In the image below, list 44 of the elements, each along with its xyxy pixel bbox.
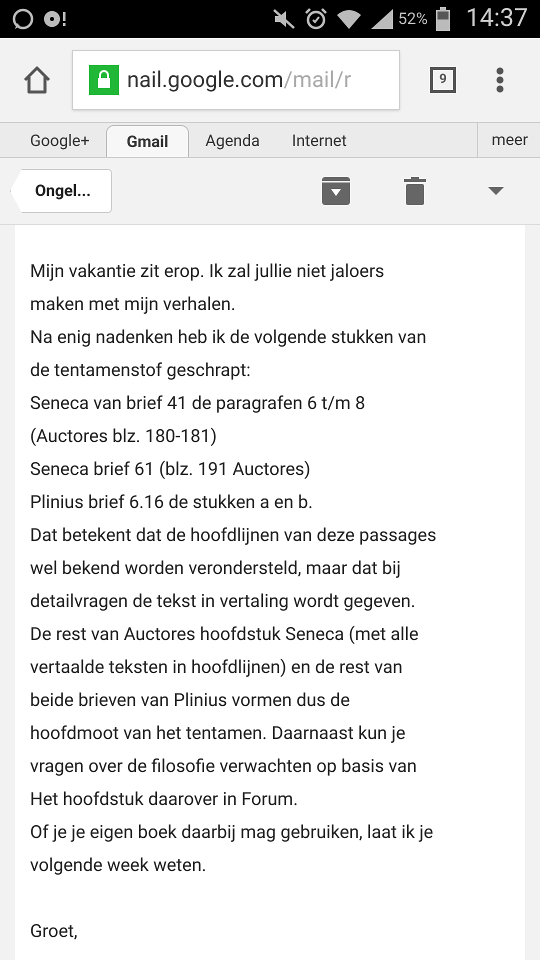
dropdown-caret-icon[interactable] bbox=[488, 187, 504, 195]
battery-icon bbox=[436, 7, 450, 31]
message-text-line: Plinius brief 6.16 de stukken a en b. bbox=[30, 491, 314, 515]
clock: 14:37 bbox=[466, 3, 528, 36]
nav-tab[interactable]: Google+ bbox=[14, 125, 106, 157]
disc-icon bbox=[42, 9, 68, 29]
signal-icon bbox=[370, 8, 394, 30]
nav-tab[interactable]: Gmail bbox=[106, 125, 190, 157]
message-text-line: Het hoofdstuk daarover in Forum. bbox=[30, 788, 299, 812]
message-text-line: vertaalde teksten in hoofdlijnen) en de rest van bbox=[30, 656, 404, 680]
message-text-line: Seneca brief 61 (blz. 191 Auctores) bbox=[30, 458, 312, 482]
nav-tab[interactable]: Agenda bbox=[189, 125, 276, 157]
url-text: nail.google.com/mail/r bbox=[127, 66, 352, 94]
message-text-line: maken met mijn verhalen. bbox=[30, 293, 237, 317]
chat-icon bbox=[12, 8, 34, 30]
archive-icon[interactable] bbox=[322, 177, 350, 205]
message-text-line: hoofdmoot van het tentamen. Daarnaast kun je bbox=[30, 722, 406, 746]
message-text-line: volgende week weten. bbox=[30, 854, 208, 878]
message-text-line: Dat betekent dat de hoofdlijnen van deze passages bbox=[30, 524, 438, 548]
menu-icon[interactable] bbox=[496, 67, 504, 93]
message-text-line: De rest van Auctores hoofdstuk Seneca (met alle bbox=[30, 623, 420, 647]
message-text-line: Groet, bbox=[30, 920, 78, 944]
alarm-icon bbox=[304, 7, 328, 31]
message-text-line: Of je je eigen boek daarbij mag gebruiken, laat ik je bbox=[30, 821, 434, 845]
message-text-line: (Auctores blz. 180-181) bbox=[30, 425, 218, 449]
more-tab[interactable]: meer bbox=[476, 123, 540, 157]
mute-icon bbox=[272, 8, 296, 30]
message-text-line: Seneca van brief 41 de paragrafen 6 t/m 8 bbox=[30, 392, 366, 416]
message-text-line: vragen over de filosofie verwachten op basis van bbox=[30, 755, 418, 779]
url-field[interactable]: nail.google.com/mail/r bbox=[72, 50, 400, 110]
message-text-line: beide brieven van Plinius vormen dus de bbox=[30, 689, 351, 713]
message-text-line: wel bekend worden verondersteld, maar dat bij bbox=[30, 557, 402, 581]
message-text-line: Na enig nadenken heb ik de volgende stukken van bbox=[30, 326, 428, 350]
message-text-line: Mijn vakantie zit erop. Ik zal jullie niet jaloers bbox=[30, 260, 386, 284]
tab-count-button[interactable]: 9 bbox=[430, 67, 456, 93]
battery-percent: 52% bbox=[398, 8, 428, 30]
lock-icon bbox=[89, 65, 119, 95]
nav-tab[interactable]: Internet bbox=[276, 125, 363, 157]
back-button[interactable]: Ongel... bbox=[10, 169, 112, 213]
wifi-icon bbox=[336, 7, 362, 31]
home-icon[interactable] bbox=[22, 65, 52, 95]
trash-icon[interactable] bbox=[404, 177, 426, 205]
message-text-line: de tentamenstof geschrapt: bbox=[30, 359, 252, 383]
message-text-line: detailvragen de tekst in vertaling wordt gegeven. bbox=[30, 590, 416, 614]
